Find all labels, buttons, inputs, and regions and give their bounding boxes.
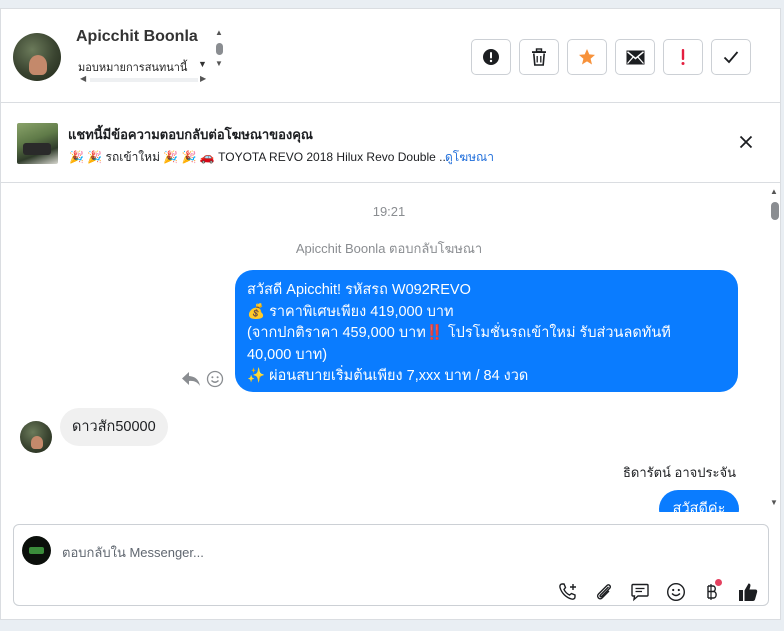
user-name[interactable]: Apicchit Boonla [76,28,198,46]
emoji-icon [666,582,686,602]
delete-button[interactable] [519,39,559,75]
attachment-icon [596,584,611,600]
scroll-right-icon[interactable]: ▶ [200,74,206,83]
notification-dot [715,579,722,586]
exclamation-icon [681,49,685,65]
trash-icon [532,48,546,66]
thumbs-up-button[interactable] [737,581,759,603]
mark-done-button[interactable] [711,39,751,75]
assign-conversation-dropdown[interactable]: มอบหมายการสนทนานี้ ▼ ◀ ▶ [76,56,226,86]
message-line: 💰 ราคาพิเศษเพียง 419,000 บาท [247,303,454,320]
checkmark-icon [723,51,739,64]
incoming-message[interactable]: ดาวสัก50000 [60,408,168,446]
mark-unread-button[interactable] [615,39,655,75]
scrollbar-thumb[interactable] [771,202,779,220]
reply-input[interactable] [62,541,662,563]
ad-text: 🎉 🎉 รถเข้าใหม่ 🎉 🎉 🚗 TOYOTA REVO 2018 Hi… [69,150,450,164]
ad-thumbnail[interactable] [17,123,58,164]
react-emoji-icon[interactable] [206,370,224,388]
chevron-down-icon: ▼ [198,59,207,69]
attach-file-button[interactable] [593,581,615,603]
app-root: Apicchit Boonla มอบหมายการสนทนานี้ ▼ ◀ ▶… [0,0,784,631]
outgoing-message[interactable]: สวัสดี Apicchit! รหัสรถ W092REVO 💰 ราคาพ… [235,270,738,392]
ad-reply-note: Apicchit Boonla ตอบกลับโฆษณา [295,241,483,256]
scroll-left-icon[interactable]: ◀ [80,74,86,83]
saved-replies-icon [631,583,649,602]
exclamation-circle-icon [483,49,499,65]
star-icon [579,49,595,65]
saved-replies-button[interactable] [629,581,651,603]
follow-up-button[interactable] [663,39,703,75]
ad-reply-banner: แชทนี้มีข้อความตอบกลับต่อโฆษณาของคุณ 🎉 🎉… [1,103,780,183]
scroll-down-icon[interactable]: ▼ [770,498,778,507]
mark-spam-button[interactable] [471,39,511,75]
contact-avatar[interactable] [20,421,52,453]
user-avatar[interactable] [13,33,61,81]
scrollbar-thumb[interactable] [216,43,223,55]
horizontal-scrollbar[interactable] [90,78,198,82]
envelope-icon [626,50,644,64]
reply-icon[interactable] [181,370,201,388]
payment-button[interactable] [701,579,723,603]
view-ad-link[interactable]: ดูโฆษณา [445,148,494,167]
thumbs-up-icon [739,583,758,601]
reply-composer [13,524,769,606]
scroll-down-icon[interactable]: ▼ [215,59,223,68]
message-line: ✨ ผ่อนสบายเริ่มต้นเพียง 7,xxx บาท / 84 ง… [247,368,529,384]
scroll-up-icon[interactable]: ▲ [770,187,778,196]
page-avatar [22,536,51,565]
ad-banner-title: แชทนี้มีข้อความตอบกลับต่อโฆษณาของคุณ [68,127,313,142]
add-contact-icon [559,583,576,600]
outgoing-message[interactable]: สวัสดีค่ะ [659,490,739,512]
agent-name: ธิดารัตน์ อาจประจัน [622,465,736,480]
scroll-up-icon[interactable]: ▲ [215,28,223,37]
add-contact-button[interactable] [557,581,579,603]
inbox-conversation-panel: Apicchit Boonla มอบหมายการสนทนานี้ ▼ ◀ ▶… [0,8,781,620]
message-thread[interactable]: 19:21 Apicchit Boonla ตอบกลับโฆษณา สวัสด… [1,184,780,512]
message-line: 40,000 บาท) [247,346,328,363]
close-banner-button[interactable] [736,132,756,152]
message-timestamp: 19:21 [372,204,406,219]
message-line: สวัสดี Apicchit! รหัสรถ W092REVO [247,282,471,298]
close-icon [739,135,753,149]
emoji-button[interactable] [665,581,687,603]
assign-label: มอบหมายการสนทนานี้ [78,62,188,74]
message-actions [181,370,229,390]
message-line: (จากปกติราคา 459,000 บาท‼️ โปรโมชั่นรถเข… [247,325,671,341]
star-button[interactable] [567,39,607,75]
conversation-header: Apicchit Boonla มอบหมายการสนทนานี้ ▼ ◀ ▶… [1,9,780,103]
